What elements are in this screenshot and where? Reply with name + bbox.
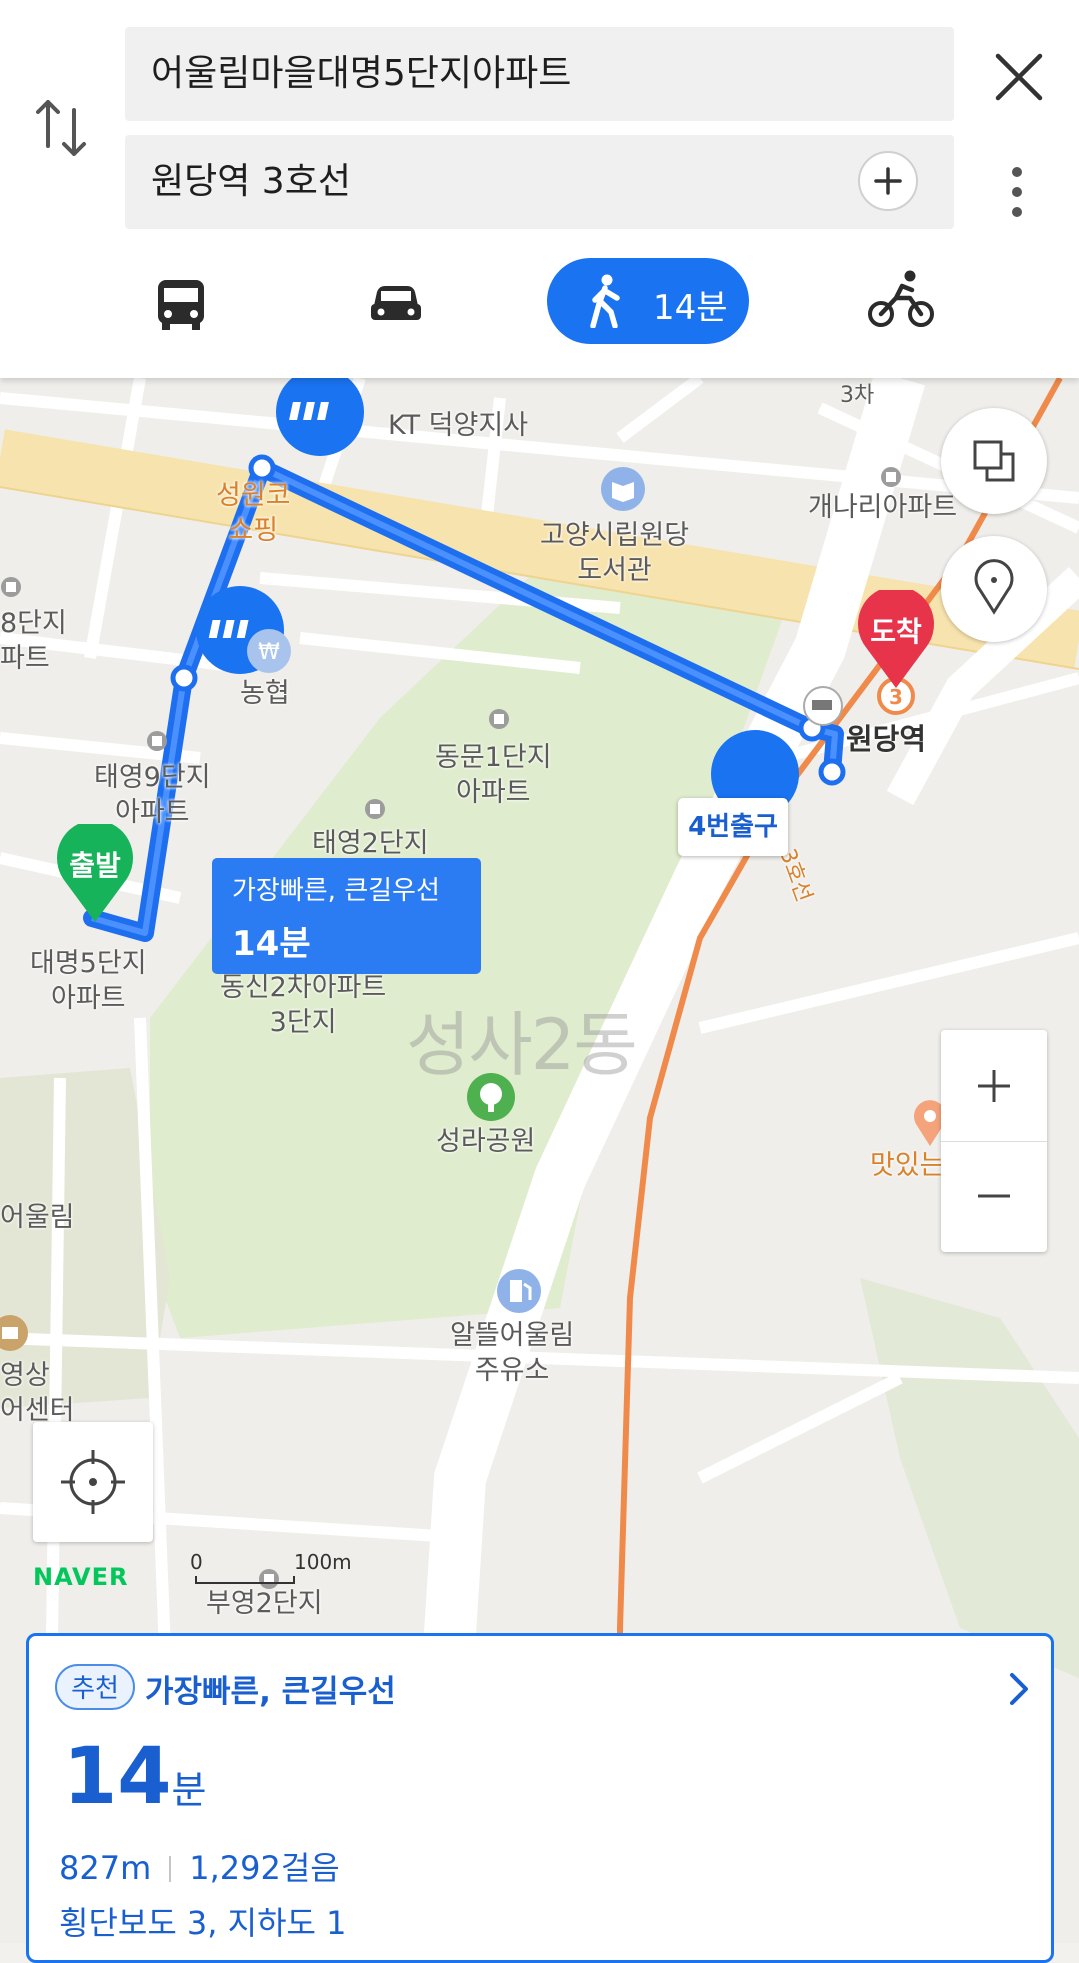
zoom-in-icon[interactable] (941, 1030, 1047, 1141)
poi-label: 고양시립원당 도서관 (540, 520, 690, 586)
stats-separator (169, 1856, 172, 1882)
cinema-icon (0, 1315, 28, 1351)
duration-unit: 분 (171, 1768, 207, 1812)
svg-text:₩: ₩ (258, 640, 280, 665)
bike-icon[interactable] (866, 258, 936, 344)
location-pin-icon (974, 559, 1014, 615)
destination-input[interactable]: 원당역 3호선 (125, 135, 954, 229)
more-options-icon[interactable] (1007, 164, 1027, 220)
layers-icon (973, 440, 1015, 482)
poi-label: 알뜰어울림 주유소 (450, 1320, 575, 1386)
end-flag-label: 도착 (870, 615, 922, 648)
close-icon[interactable] (992, 50, 1046, 104)
callout-route-name: 가장빠른, 큰길우선 (232, 876, 440, 906)
scale-line (195, 1576, 295, 1584)
poi-label: 동문1단지 아파트 (435, 742, 552, 808)
route-search-header: 어울림마을대명5단지아파트 원당역 3호선 14분 (0, 0, 1079, 378)
plus-icon (874, 167, 902, 195)
poi-label: 영상 어센터 (0, 1360, 75, 1426)
route-steps: 1,292걸음 (189, 1849, 340, 1887)
zoom-control (941, 1030, 1047, 1252)
gas-station-icon (497, 1269, 541, 1313)
route-summary-card[interactable]: 추천 가장빠른, 큰길우선 14분 827m 1,292걸음 횡단보도 3, 지하… (26, 1633, 1054, 1963)
naver-logo: NAVER (33, 1563, 129, 1591)
poi-label: 8단지 파트 (0, 608, 67, 674)
poi-label: 맛있는 (870, 1150, 945, 1181)
poi-label: 3차 (840, 383, 875, 408)
building-icon (365, 799, 385, 819)
layers-button[interactable] (941, 408, 1047, 514)
origin-input[interactable]: 어울림마을대명5단지아파트 (125, 27, 954, 121)
scale-bar: 0 100m (190, 1550, 352, 1590)
library-icon (601, 467, 645, 511)
poi-label: 부영2단지 (206, 1588, 323, 1619)
poi-label: 대명5단지 아파트 (30, 948, 147, 1014)
route-node (248, 454, 276, 482)
swap-icon[interactable] (32, 96, 92, 160)
district-label: 성사2동 (406, 1004, 638, 1086)
start-flag-label: 출발 (69, 849, 121, 882)
station-label: 원당역 (846, 722, 927, 756)
route-node (170, 664, 198, 692)
route-crossings: 횡단보도 3, 지하도 1 (59, 1904, 347, 1942)
scale-zero-label: 0 (190, 1550, 203, 1574)
crosshair-icon (61, 1450, 125, 1514)
poi-label: 성원코 쇼핑 (216, 480, 291, 546)
poi-label: 태영9단지 아파트 (94, 762, 211, 828)
poi-label: 성라공원 (436, 1126, 536, 1157)
scale-length-label: 100m (294, 1550, 352, 1574)
add-waypoint-button[interactable] (858, 151, 918, 211)
exit-label: 4번출구 (678, 798, 788, 856)
duration-value: 14 (63, 1732, 172, 1822)
route-stats: 827m 1,292걸음 (59, 1843, 340, 1889)
destination-text: 원당역 3호선 (151, 161, 351, 202)
building-icon (881, 467, 901, 487)
building-icon (147, 731, 167, 751)
bank-icon: ₩ (247, 629, 291, 673)
poi-label: 농협 (240, 678, 290, 709)
poi-label: 어울림 (0, 1202, 75, 1233)
recommended-badge: 추천 (55, 1664, 135, 1710)
walk-time: 14분 (653, 288, 728, 328)
start-marker[interactable]: 출발 (54, 824, 136, 924)
cctv-icon (803, 686, 843, 726)
poi-label: 개나리아파트 (808, 492, 958, 523)
walk-icon (590, 274, 620, 328)
route-callout[interactable]: 가장빠른, 큰길우선 14분 (212, 858, 481, 974)
car-icon[interactable] (365, 258, 427, 344)
building-icon (1, 577, 21, 597)
mode-walk-button[interactable]: 14분 (547, 258, 749, 344)
zoom-out-icon[interactable] (941, 1141, 1047, 1252)
place-pin-button[interactable] (941, 536, 1047, 642)
route-duration: 14분 (63, 1732, 207, 1822)
current-location-button[interactable] (33, 1422, 153, 1542)
chevron-right-icon[interactable] (1009, 1672, 1029, 1706)
route-node (818, 758, 846, 786)
building-icon (489, 709, 509, 729)
callout-route-time: 14분 (232, 924, 311, 964)
poi-label: KT 덕양지사 (388, 410, 529, 441)
end-marker[interactable]: 도착 (855, 590, 937, 690)
bus-icon[interactable] (150, 258, 212, 344)
poi-label: 동신2차아파트 3단지 (220, 972, 387, 1038)
route-name: 가장빠른, 큰길우선 (145, 1674, 396, 1710)
route-distance: 827m (59, 1849, 152, 1887)
